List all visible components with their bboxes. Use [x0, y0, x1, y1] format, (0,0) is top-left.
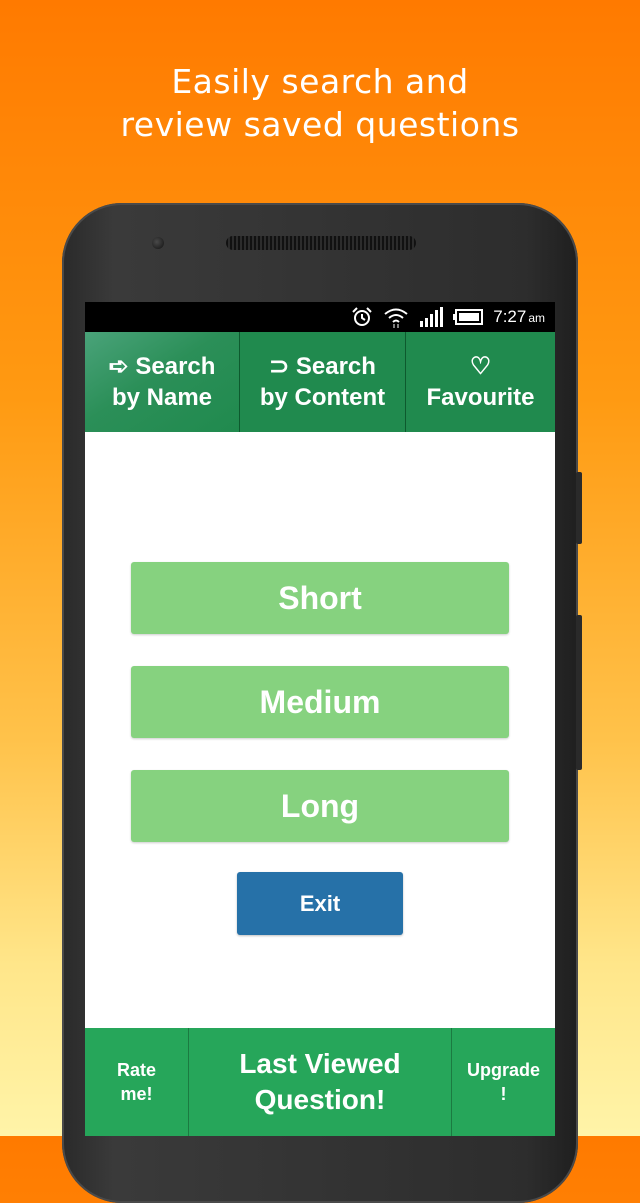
status-bar: 7:27 am — [85, 302, 555, 332]
earpiece-speaker — [226, 236, 416, 250]
power-button — [576, 615, 582, 770]
tab-label-line1: Search — [295, 353, 376, 380]
front-camera — [152, 237, 164, 249]
rate-me-button[interactable]: Rate me! — [85, 1028, 189, 1136]
upgrade-label-line1: Upgrade — [466, 1060, 540, 1080]
last-viewed-label-line2: Question! — [254, 1084, 386, 1115]
return-arrow-icon: ⊃ — [269, 353, 290, 380]
app-screen: 7:27 am ➪ Search by Name ⊃ Search by Cont… — [85, 302, 555, 1136]
bottom-navigation: Rate me! Last Viewed Question! Upgrade ! — [85, 1028, 555, 1136]
status-time: 7:27 am — [493, 307, 545, 326]
upgrade-button[interactable]: Upgrade ! — [452, 1028, 555, 1136]
tab-favourite[interactable]: ♡ Favourite — [406, 332, 555, 432]
heart-outline-icon: ♡ — [469, 353, 492, 380]
headline-line-1: Easily search and — [171, 62, 469, 101]
top-navigation: ➪ Search by Name ⊃ Search by Content ♡ F… — [85, 332, 555, 432]
arrow-right-outline-icon: ➪ — [108, 353, 129, 380]
wifi-icon — [384, 308, 408, 328]
battery-icon — [453, 309, 484, 325]
last-viewed-label-line1: Last Viewed — [239, 1048, 401, 1079]
tab-label-line2: by Name — [111, 384, 213, 411]
tab-label-line2: by Content — [259, 384, 386, 411]
tab-search-by-name[interactable]: ➪ Search by Name — [85, 332, 240, 432]
headline-line-2: review saved questions — [120, 105, 520, 144]
short-button[interactable]: Short — [131, 562, 509, 634]
promo-headline: Easily search and review saved questions — [0, 60, 640, 146]
long-button[interactable]: Long — [131, 770, 509, 842]
rate-label-line2: me! — [120, 1084, 153, 1104]
medium-button[interactable]: Medium — [131, 666, 509, 738]
exit-button[interactable]: Exit — [237, 872, 403, 935]
upgrade-label-line2: ! — [500, 1084, 507, 1104]
last-viewed-question-button[interactable]: Last Viewed Question! — [189, 1028, 452, 1136]
tab-label: Favourite — [426, 384, 535, 411]
alarm-icon — [352, 307, 372, 326]
rate-label-line1: Rate — [116, 1060, 156, 1080]
tab-label-line1: Search — [135, 353, 216, 380]
volume-button — [576, 472, 582, 544]
signal-icon — [420, 307, 444, 327]
tab-search-by-content[interactable]: ⊃ Search by Content — [240, 332, 406, 432]
